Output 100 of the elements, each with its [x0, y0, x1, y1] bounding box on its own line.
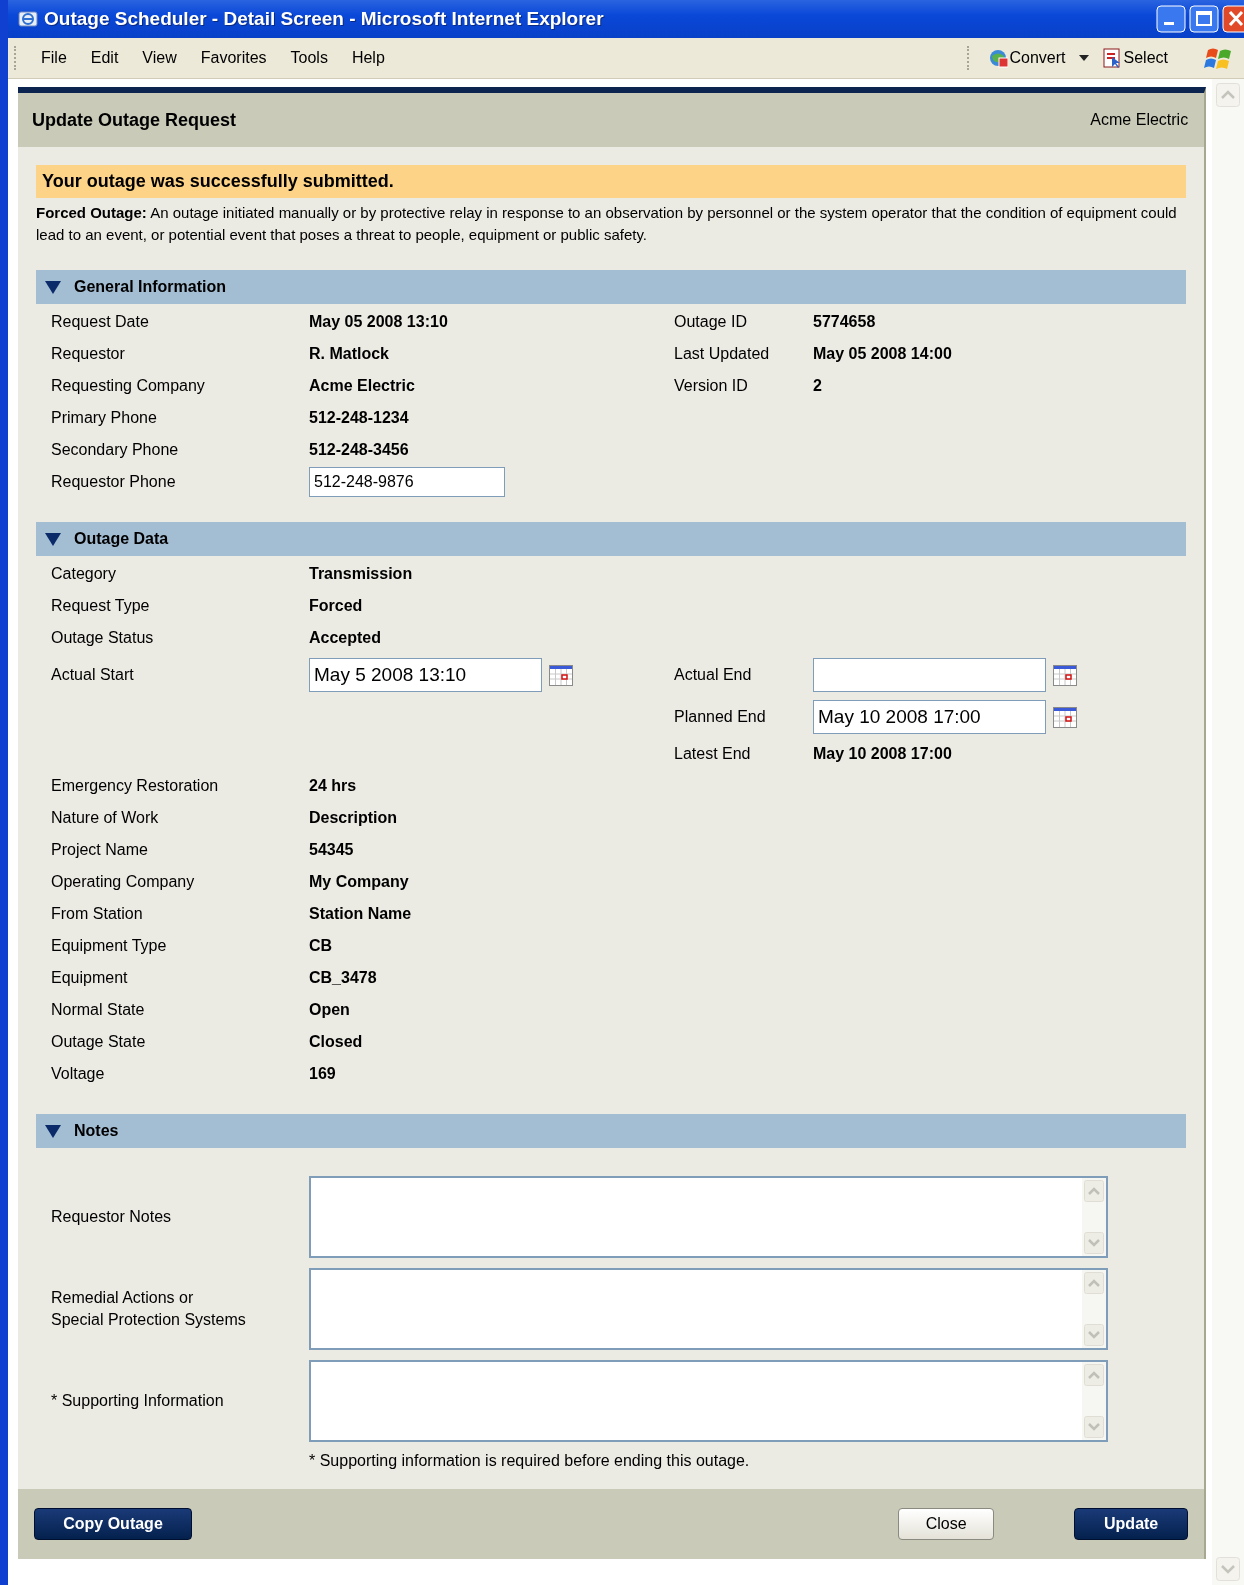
collapse-triangle-icon[interactable]	[44, 279, 62, 295]
phone-input[interactable]: 512-248-9876	[309, 467, 505, 497]
date-input[interactable]	[813, 658, 1046, 692]
field-label: Request Date	[51, 312, 150, 332]
field-label: Requesting Company	[51, 376, 206, 396]
calendar-icon[interactable]	[1052, 663, 1078, 687]
section-header[interactable]: Outage Data	[36, 522, 1187, 556]
globe-icon[interactable]	[987, 48, 1008, 68]
menu-item[interactable]: Edit	[78, 49, 131, 67]
field-value: Acme Electric	[309, 377, 415, 395]
field-label: * Supporting Information	[51, 1391, 225, 1411]
field-label: Nature of Work	[51, 808, 160, 828]
field-label: Category	[51, 564, 117, 584]
section-header[interactable]: Notes	[36, 1114, 1187, 1148]
field-value: CB	[309, 937, 333, 955]
field-value: 54345	[309, 841, 354, 859]
scroll-up-button[interactable]	[1084, 1180, 1104, 1202]
window-title: Outage Scheduler - Detail Screen - Microsoft Internet Explorer	[44, 8, 605, 30]
section-header[interactable]: General Information	[36, 270, 1187, 304]
field-value: May 10 2008 17:00	[813, 745, 952, 763]
field-label: Latest End	[674, 744, 752, 764]
scrollbar[interactable]	[1212, 79, 1244, 1585]
field-value: Transmission	[309, 565, 413, 583]
action-button[interactable]: Copy Outage	[34, 1508, 192, 1540]
field-label: Actual Start	[51, 665, 135, 685]
success-message: Your outage was successfully submitted.	[36, 165, 1187, 198]
scroll-down-button[interactable]	[1216, 1557, 1241, 1581]
field-value: CB_3478	[309, 969, 377, 987]
collapse-triangle-icon[interactable]	[44, 1123, 62, 1139]
calendar-icon[interactable]	[548, 663, 574, 687]
action-button[interactable]: Update	[1074, 1508, 1189, 1540]
definition-text: Forced Outage: An outage initiated manually or by protective relay in response to an observation by personnel or the system operator that the condition of equipment could lead to an event, or potential event that poses a threat to people, equipment or public safety.	[36, 203, 1178, 245]
field-label: Secondary Phone	[51, 440, 180, 460]
menu-item[interactable]: Tools	[278, 49, 340, 67]
text-area[interactable]	[309, 1176, 1108, 1258]
menu-item[interactable]: File	[29, 49, 79, 67]
field-value: 5774658	[813, 313, 876, 331]
field-label: Remedial Actions or Special Protection Systems	[51, 1288, 247, 1330]
text-area[interactable]	[309, 1360, 1108, 1442]
field-value: Closed	[309, 1033, 363, 1051]
field-value: Open	[309, 1001, 350, 1019]
menu-item[interactable]: View	[130, 49, 189, 67]
field-label: Last Updated	[674, 344, 771, 364]
menu-item[interactable]: Help	[339, 49, 397, 67]
scroll-down-button[interactable]	[1084, 1324, 1104, 1346]
field-label: From Station	[51, 904, 144, 924]
field-label: Requestor	[51, 344, 126, 364]
field-value: 512-248-3456	[309, 441, 409, 459]
field-value: R. Matlock	[309, 345, 389, 363]
field-label: Primary Phone	[51, 408, 158, 428]
convert-button[interactable]: Convert	[981, 48, 1072, 68]
scroll-up-button[interactable]	[1216, 83, 1241, 107]
field-label: Outage State	[51, 1032, 147, 1052]
date-input[interactable]: May 5 2008 13:10	[309, 658, 542, 692]
dropdown-caret-icon[interactable]	[1077, 54, 1090, 62]
field-label: Version ID	[674, 376, 749, 396]
field-value: Station Name	[309, 905, 412, 923]
calendar-icon[interactable]	[1052, 705, 1078, 729]
field-label: Planned End	[674, 707, 767, 727]
maximize-button[interactable]	[1189, 5, 1219, 33]
scroll-down-button[interactable]	[1084, 1416, 1104, 1438]
document-icon[interactable]	[1101, 48, 1122, 68]
close-button[interactable]	[1222, 5, 1244, 33]
scroll-down-button[interactable]	[1084, 1232, 1104, 1254]
field-value: Description	[309, 809, 397, 827]
minimize-button[interactable]	[1156, 5, 1186, 33]
company-name: Acme Electric	[1090, 111, 1189, 129]
field-label: Normal State	[51, 1000, 146, 1020]
text-area[interactable]	[309, 1268, 1108, 1350]
field-label: Operating Company	[51, 872, 196, 892]
collapse-triangle-icon[interactable]	[44, 531, 62, 547]
footnote-text: * Supporting information is required before ending this outage.	[308, 1452, 751, 1471]
select-button[interactable]: Select	[1095, 48, 1174, 68]
page-title: Update Outage Request	[32, 109, 237, 131]
field-label: Requestor Notes	[51, 1207, 173, 1227]
field-value: My Company	[309, 873, 409, 891]
date-input[interactable]: May 10 2008 17:00	[813, 700, 1046, 734]
action-button[interactable]: Close	[898, 1508, 995, 1540]
field-label: Voltage	[51, 1064, 106, 1084]
field-label: Requestor Phone	[51, 472, 177, 492]
field-value: 2	[813, 377, 822, 395]
menu-item[interactable]: Favorites	[188, 49, 279, 67]
field-label: Outage ID	[674, 312, 748, 332]
field-label: Outage Status	[51, 628, 155, 648]
field-label: Request Type	[51, 596, 151, 616]
field-value: 24 hrs	[309, 777, 357, 795]
scroll-up-button[interactable]	[1084, 1272, 1104, 1294]
field-label: Equipment	[51, 968, 129, 988]
field-value: Forced	[309, 597, 363, 615]
field-value: 512-248-1234	[309, 409, 409, 427]
field-label: Actual End	[674, 665, 753, 685]
field-value: May 05 2008 14:00	[813, 345, 952, 363]
field-label: Project Name	[51, 840, 149, 860]
browser-icon	[18, 10, 38, 28]
field-label: Emergency Restoration	[51, 776, 220, 796]
field-value: Accepted	[309, 629, 382, 647]
field-value: May 05 2008 13:10	[309, 313, 448, 331]
field-label: Equipment Type	[51, 936, 168, 956]
field-value: 169	[309, 1065, 336, 1083]
scroll-up-button[interactable]	[1084, 1364, 1104, 1386]
